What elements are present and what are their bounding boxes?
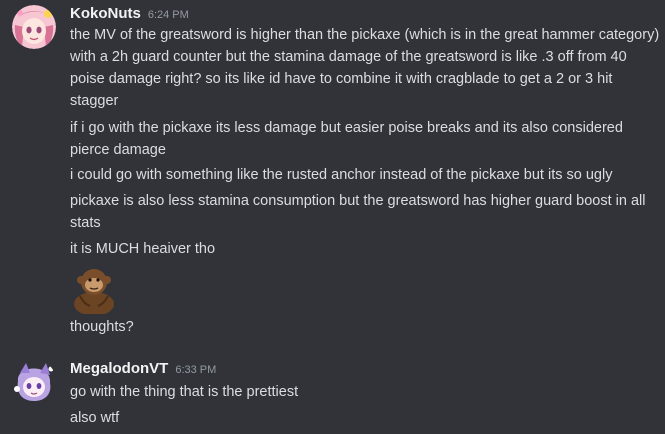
message-text: i could go with something like the ruste… xyxy=(70,167,613,183)
user-avatar[interactable] xyxy=(12,5,56,49)
message-text: the MV of the greatsword is higher than … xyxy=(70,27,660,109)
message-header: MegalodonVT 6:33 PM xyxy=(70,360,216,382)
user-avatar[interactable] xyxy=(12,359,56,403)
timestamp: 6:33 PM xyxy=(175,364,217,376)
username[interactable]: MegalodonVT xyxy=(70,360,168,377)
username[interactable]: KokoNuts xyxy=(70,5,141,22)
anime-avatar-purple-hair-icon xyxy=(12,359,56,403)
timestamp: 6:24 PM xyxy=(147,9,189,21)
chat-message-list: KokoNuts 6:24 PM the MV of the greatswor… xyxy=(0,0,665,434)
anime-avatar-pink-hair-icon xyxy=(12,5,56,49)
thinking-monkey-emoji-icon[interactable] xyxy=(70,266,118,316)
message-text: thoughts? xyxy=(70,319,134,335)
message-text: if i go with the pickaxe its less damage… xyxy=(70,120,623,158)
message-text: also wtf xyxy=(70,410,120,426)
message-text: it is MUCH heaiver tho xyxy=(70,241,216,257)
message-text: go with the thing that is the prettiest xyxy=(70,384,299,400)
message-text: pickaxe is also less stamina consumption… xyxy=(70,193,646,231)
